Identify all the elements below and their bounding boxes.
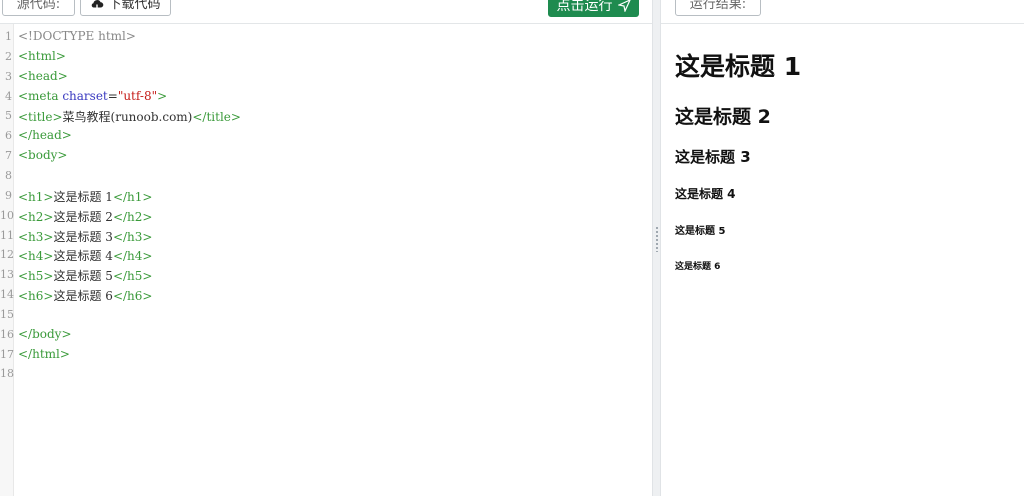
result-toolbar: 运行结果: — [661, 0, 1024, 24]
download-code-label: 下载代码 — [108, 0, 161, 12]
code-line[interactable]: <meta charset="utf-8"> — [18, 89, 167, 103]
line-number: 15 — [0, 307, 14, 321]
code-line[interactable]: <html> — [18, 49, 66, 63]
send-icon — [617, 0, 631, 12]
source-code-label: 源代码: — [2, 0, 75, 16]
line-number: 9 — [5, 188, 12, 202]
cloud-download-icon — [92, 0, 104, 11]
line-number: 12 — [0, 248, 14, 262]
line-number: 8 — [5, 168, 12, 182]
heading-3: 这是标题 3 — [675, 148, 751, 166]
line-number: 17 — [0, 347, 14, 361]
line-number: 14 — [0, 288, 14, 302]
code-line[interactable]: <head> — [18, 69, 68, 83]
run-result-label: 运行结果: — [675, 0, 761, 16]
run-button[interactable]: 点击运行 — [548, 0, 639, 17]
line-number: 7 — [5, 149, 12, 163]
source-toolbar: 源代码: 下载代码 点击运行 — [0, 0, 652, 24]
code-line[interactable]: <h2>这是标题 2</h2> — [18, 208, 152, 225]
line-number: 13 — [0, 268, 14, 282]
code-line[interactable]: <body> — [18, 148, 67, 162]
heading-1: 这是标题 1 — [675, 52, 802, 81]
code-line[interactable]: <title>菜鸟教程(runoob.com)</title> — [18, 108, 241, 125]
code-line[interactable]: <h4>这是标题 4</h4> — [18, 247, 152, 264]
source-pane: 源代码: 下载代码 点击运行 1 2 3 4 5 6 7 8 9 10 11 12 13 14 15 16 17… — [0, 0, 652, 496]
code-line[interactable]: <h5>这是标题 5</h5> — [18, 267, 152, 284]
code-line[interactable]: <!DOCTYPE html> — [18, 29, 136, 43]
drag-grip-icon — [655, 226, 659, 252]
line-number: 1 — [5, 30, 12, 43]
result-pane: 运行结果: 这是标题 1 这是标题 2 这是标题 3 这是标题 4 这是标题 5… — [661, 0, 1024, 496]
line-number: 11 — [0, 228, 14, 242]
heading-2: 这是标题 2 — [675, 106, 771, 128]
code-line[interactable]: </head> — [18, 128, 72, 142]
run-button-label: 点击运行 — [556, 0, 613, 14]
line-number: 3 — [5, 69, 12, 83]
line-number: 4 — [5, 89, 12, 103]
code-line[interactable]: </body> — [18, 327, 72, 341]
heading-4: 这是标题 4 — [675, 187, 736, 201]
pane-resize-handle[interactable] — [652, 0, 661, 496]
code-line[interactable]: <h3>这是标题 3</h3> — [18, 228, 152, 245]
heading-6: 这是标题 6 — [675, 262, 721, 272]
line-number: 2 — [5, 49, 12, 63]
code-line[interactable]: </html> — [18, 347, 70, 361]
line-number: 16 — [0, 327, 14, 341]
line-number: 6 — [5, 129, 12, 143]
line-number-gutter: 1 2 3 4 5 6 7 8 9 10 11 12 13 14 15 16 17 18 — [0, 24, 14, 496]
heading-5: 这是标题 5 — [675, 226, 726, 237]
line-number: 5 — [5, 109, 12, 123]
code-editor[interactable]: <!DOCTYPE html> <html> <head> <meta charset… — [14, 24, 652, 496]
code-line[interactable]: <h1>这是标题 1</h1> — [18, 188, 152, 205]
download-code-button[interactable]: 下载代码 — [80, 0, 171, 16]
line-number: 10 — [0, 208, 14, 222]
line-number: 18 — [0, 367, 14, 381]
code-line[interactable]: <h6>这是标题 6</h6> — [18, 287, 152, 304]
